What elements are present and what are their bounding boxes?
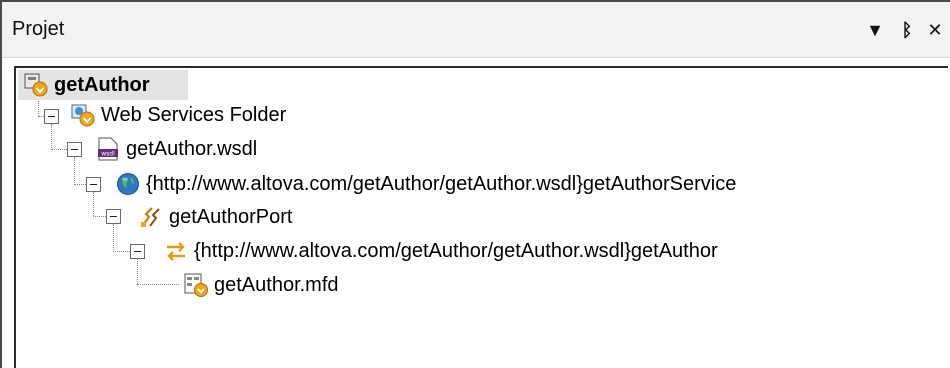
tree-item-mapping[interactable]: getAuthor.mfd [184, 269, 339, 301]
expander-service[interactable] [86, 177, 101, 192]
panel-title: Projet [12, 18, 65, 40]
root-label: getAuthor [54, 73, 150, 96]
mapping-file-icon [184, 273, 208, 297]
pin-icon[interactable]: ᛒ [894, 16, 920, 44]
web-services-folder-icon [71, 104, 95, 127]
operation-label: {http://www.altova.com/getAuthor/getAuth… [194, 239, 718, 262]
close-icon[interactable]: ✕ [922, 16, 948, 44]
project-icon [24, 73, 48, 97]
mapping-label: getAuthor.mfd [214, 273, 339, 296]
expander-operation[interactable] [130, 244, 145, 259]
expander-port[interactable] [106, 209, 121, 224]
tree-connector [93, 192, 94, 216]
menu-dropdown-icon[interactable]: ▼ [862, 16, 888, 44]
tree-connector [113, 251, 130, 252]
panel-titlebar: Projet ▼ ᛒ ✕ [2, 0, 950, 58]
expander-wsdl[interactable] [67, 142, 82, 157]
tree-item-wsdl[interactable]: wsdl getAuthor.wsdl [96, 133, 257, 165]
operation-icon [167, 242, 185, 261]
tree-connector [93, 216, 106, 217]
globe-icon [117, 173, 139, 195]
folder-label: Web Services Folder [101, 103, 287, 126]
tree-connector [137, 259, 138, 284]
tree-item-root[interactable]: getAuthor [24, 69, 150, 101]
port-label: getAuthorPort [169, 205, 293, 228]
svg-text:wsdl: wsdl [101, 151, 115, 158]
tree-connector [137, 284, 179, 285]
tree-connector [51, 124, 52, 148]
tree-item-port[interactable]: getAuthorPort [139, 201, 292, 233]
tree-item-operation[interactable]: {http://www.altova.com/getAuthor/getAuth… [164, 235, 718, 267]
expander-web-services-folder[interactable] [44, 109, 59, 124]
tree-connector [113, 224, 114, 250]
tree-connector [74, 157, 75, 183]
tree-connector [74, 184, 86, 185]
port-icon [141, 207, 160, 227]
wsdl-file-icon: wsdl [98, 137, 118, 161]
tree-item-service[interactable]: {http://www.altova.com/getAuthor/getAuth… [116, 168, 736, 200]
tree-item-web-services-folder[interactable]: Web Services Folder [71, 99, 286, 131]
service-label: {http://www.altova.com/getAuthor/getAuth… [146, 172, 737, 195]
tree-connector [51, 149, 67, 150]
wsdl-label: getAuthor.wsdl [126, 137, 258, 160]
